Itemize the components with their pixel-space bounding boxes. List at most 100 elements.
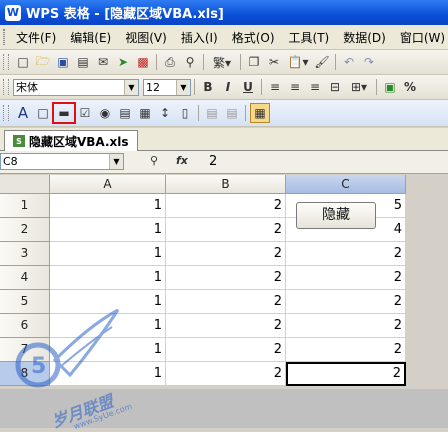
cell-b4[interactable]: 2	[166, 266, 286, 290]
row-header[interactable]: 6	[0, 314, 50, 338]
row-header[interactable]: 4	[0, 266, 50, 290]
export-icon[interactable]: ➤	[114, 53, 132, 71]
menu-data[interactable]: 数据(D)	[336, 29, 393, 46]
hide-button[interactable]: 隐藏	[296, 202, 376, 229]
toolbar-separator	[376, 79, 377, 95]
properties-icon[interactable]: ▤	[203, 104, 221, 122]
cell-b5[interactable]: 2	[166, 290, 286, 314]
underline-button[interactable]: U	[239, 78, 257, 96]
cell-b1[interactable]: 2	[166, 194, 286, 218]
cell-c7[interactable]: 2	[286, 338, 406, 362]
menu-edit[interactable]: 编辑(E)	[63, 29, 118, 46]
merge-center-icon[interactable]: ⊞▾	[346, 78, 372, 96]
command-button-control-icon[interactable]: ▬	[52, 102, 76, 124]
new-file-icon[interactable]: □	[14, 53, 32, 71]
toolbar-grip-handle[interactable]	[3, 54, 9, 70]
textbox-control-icon[interactable]: □	[34, 104, 52, 122]
cell-a8[interactable]: 1	[50, 362, 166, 386]
name-box[interactable]: C8 ▼	[0, 153, 124, 170]
menu-tools[interactable]: 工具(T)	[282, 29, 337, 46]
percent-button[interactable]: %	[401, 78, 419, 96]
cell-b8[interactable]: 2	[166, 362, 286, 386]
cell-c6[interactable]: 2	[286, 314, 406, 338]
row-header[interactable]: 3	[0, 242, 50, 266]
cell-c3[interactable]: 2	[286, 242, 406, 266]
cell-a4[interactable]: 1	[50, 266, 166, 290]
cell-b2[interactable]: 2	[166, 218, 286, 242]
menu-format[interactable]: 格式(O)	[225, 29, 282, 46]
formula-input[interactable]: 2	[209, 154, 217, 169]
formula-bar: C8 ▼ ⚲ fx 2	[0, 151, 448, 174]
cell-a1[interactable]: 1	[50, 194, 166, 218]
row-header[interactable]: 8	[0, 362, 50, 386]
document-tab[interactable]: S 隐藏区域VBA.xls	[4, 130, 138, 151]
menu-file[interactable]: 文件(F)	[9, 29, 63, 46]
chevron-down-icon[interactable]: ▼	[124, 79, 138, 95]
chevron-down-icon[interactable]: ▼	[109, 154, 123, 169]
column-header-b[interactable]: B	[166, 175, 286, 194]
zoom-formula-icon[interactable]: ⚲	[150, 154, 158, 167]
menu-insert[interactable]: 插入(I)	[174, 29, 225, 46]
font-size-select[interactable]: 12 ▼	[143, 78, 191, 96]
redo-icon[interactable]: ↷	[360, 53, 378, 71]
traditional-chinese-icon[interactable]: 繁▾	[208, 53, 236, 71]
cell-c4[interactable]: 2	[286, 266, 406, 290]
view-code-icon[interactable]: ▤	[223, 104, 241, 122]
toolbar-grip-handle[interactable]	[3, 105, 9, 121]
align-left-icon[interactable]: ≡	[266, 78, 284, 96]
menu-window[interactable]: 窗口(W)	[393, 29, 448, 46]
cell-a2[interactable]: 1	[50, 218, 166, 242]
italic-button[interactable]: I	[219, 78, 237, 96]
zoom-preview-icon[interactable]: ⚲	[181, 53, 199, 71]
design-mode-icon[interactable]: ▦	[250, 103, 270, 123]
align-right-icon[interactable]: ≡	[306, 78, 324, 96]
toolbar-grip-handle[interactable]	[3, 79, 9, 95]
toolbar-separator	[194, 79, 195, 95]
print-preview-icon[interactable]: ▤	[74, 53, 92, 71]
print-icon[interactable]: ⎙	[161, 53, 179, 71]
cell-b7[interactable]: 2	[166, 338, 286, 362]
format-painter-icon[interactable]: 🖌	[313, 53, 331, 71]
column-header-c[interactable]: C	[286, 175, 406, 194]
select-all-corner[interactable]	[0, 175, 50, 194]
menu-view[interactable]: 视图(V)	[118, 29, 174, 46]
fx-icon[interactable]: fx	[176, 154, 188, 167]
column-header-a[interactable]: A	[50, 175, 166, 194]
merge-cells-icon[interactable]: ⊟	[326, 78, 344, 96]
row-header[interactable]: 1	[0, 194, 50, 218]
combobox-control-icon[interactable]: ▦	[136, 104, 154, 122]
cell-a3[interactable]: 1	[50, 242, 166, 266]
spin-button-control-icon[interactable]: ↕	[156, 104, 174, 122]
cell-a6[interactable]: 1	[50, 314, 166, 338]
chevron-down-icon[interactable]: ▼	[176, 79, 190, 95]
cell-b3[interactable]: 2	[166, 242, 286, 266]
paste-icon[interactable]: 📋▾	[285, 53, 311, 71]
currency-icon[interactable]: ▣	[381, 78, 399, 96]
undo-icon[interactable]: ↶	[340, 53, 358, 71]
cell-a7[interactable]: 1	[50, 338, 166, 362]
scrollbar-control-icon[interactable]: ▯	[176, 104, 194, 122]
menu-grip-handle[interactable]	[3, 29, 5, 45]
cell-a5[interactable]: 1	[50, 290, 166, 314]
label-control-icon[interactable]: A	[14, 104, 32, 122]
option-button-control-icon[interactable]: ◉	[96, 104, 114, 122]
save-icon[interactable]: ▣	[54, 53, 72, 71]
format-toolbar: 宋体 ▼ 12 ▼ B I U ≡ ≡ ≡ ⊟ ⊞▾ ▣ %	[0, 75, 448, 100]
row-header[interactable]: 5	[0, 290, 50, 314]
bold-button[interactable]: B	[199, 78, 217, 96]
checkbox-control-icon[interactable]: ☑	[76, 104, 94, 122]
copy-icon[interactable]: ❐	[245, 53, 263, 71]
cell-b6[interactable]: 2	[166, 314, 286, 338]
row-header[interactable]: 2	[0, 218, 50, 242]
align-center-icon[interactable]: ≡	[286, 78, 304, 96]
font-name-select[interactable]: 宋体 ▼	[13, 78, 139, 96]
window-title: WPS 表格 - [隐藏区域VBA.xls]	[26, 7, 224, 22]
pdf-icon[interactable]: ▩	[134, 53, 152, 71]
row-header[interactable]: 7	[0, 338, 50, 362]
cell-c8[interactable]: 2	[286, 362, 406, 386]
cut-icon[interactable]: ✂	[265, 53, 283, 71]
open-folder-icon[interactable]: 🗁	[34, 53, 52, 71]
listbox-control-icon[interactable]: ▤	[116, 104, 134, 122]
cell-c5[interactable]: 2	[286, 290, 406, 314]
mail-icon[interactable]: ✉	[94, 53, 112, 71]
